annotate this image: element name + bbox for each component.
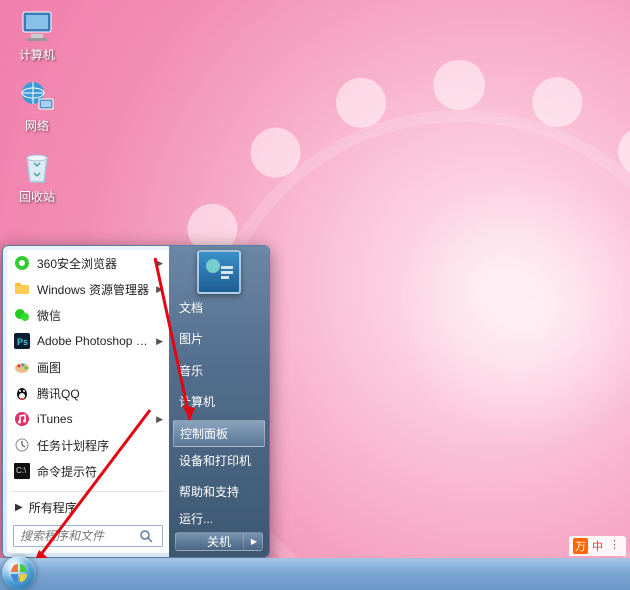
program-label: 命令提示符 [37, 463, 163, 480]
user-picture[interactable] [197, 250, 241, 294]
submenu-caret-icon: ▶ [156, 284, 163, 295]
right-item-pictures[interactable]: 图片 [169, 325, 269, 352]
program-item-misc[interactable]: 顽皮 [7, 484, 169, 489]
caret-right-icon: ▶ [15, 502, 23, 513]
app-icon [13, 488, 31, 489]
computer-icon [17, 6, 57, 46]
recycle-bin-icon [17, 148, 57, 188]
program-label: 顽皮 [37, 489, 163, 490]
program-label: 腾讯QQ [37, 385, 163, 402]
program-label: 360安全浏览器 [37, 255, 150, 272]
program-label: Adobe Photoshop CS6 [37, 334, 150, 348]
start-button[interactable] [2, 556, 36, 590]
right-item-music[interactable]: 音乐 [169, 357, 269, 384]
program-item-paint[interactable]: 画图 [7, 354, 169, 380]
right-item-help[interactable]: 帮助和支持 [169, 478, 269, 505]
start-menu: 360安全浏览器 ▶ Windows 资源管理器 ▶ 微信 Ps Adobe P… [2, 245, 270, 558]
program-label: Windows 资源管理器 [37, 281, 150, 298]
search-icon [139, 529, 153, 546]
ime-char: ⋮ [607, 538, 622, 554]
desktop-icon-label: 回收站 [19, 188, 55, 205]
ime-char: 万 [573, 538, 588, 554]
start-menu-programs-list: 360安全浏览器 ▶ Windows 资源管理器 ▶ 微信 Ps Adobe P… [7, 250, 169, 489]
desktop-icon-recycle-bin[interactable]: 回收站 [6, 148, 68, 205]
submenu-caret-icon: ▶ [156, 336, 163, 347]
paint-icon [13, 358, 31, 376]
ime-char: 中 [590, 538, 605, 554]
taskbar [0, 558, 630, 590]
program-item-photoshop[interactable]: Ps Adobe Photoshop CS6 ▶ [7, 328, 169, 354]
program-label: 任务计划程序 [37, 437, 163, 454]
qq-icon [13, 384, 31, 402]
clock-icon [13, 436, 31, 454]
ime-indicator[interactable]: 万 中 ⋮ [569, 536, 626, 556]
desktop-icon-label: 计算机 [19, 46, 55, 63]
wechat-icon [13, 306, 31, 324]
start-menu-search [13, 525, 163, 547]
program-item-qq[interactable]: 腾讯QQ [7, 380, 169, 406]
photoshop-icon: Ps [13, 332, 31, 350]
program-label: iTunes [37, 412, 150, 426]
desktop-icons-area: 计算机 网络 回收站 [6, 6, 68, 205]
separator [13, 491, 163, 492]
program-label: 微信 [37, 307, 163, 324]
shutdown-label: 关机 [207, 533, 231, 550]
start-menu-right-pane: 文档 图片 音乐 计算机 控制面板 设备和打印机 帮助和支持 运行... 关机 … [169, 246, 269, 557]
desktop-icon-label: 网络 [25, 117, 49, 134]
program-item-wechat[interactable]: 微信 [7, 302, 169, 328]
all-programs-button[interactable]: ▶ 所有程序 [7, 494, 169, 521]
browser-icon [13, 254, 31, 272]
shutdown-button[interactable]: 关机 ▶ [175, 532, 263, 551]
folder-icon [13, 280, 31, 298]
program-item-explorer[interactable]: Windows 资源管理器 ▶ [7, 276, 169, 302]
right-item-control-panel[interactable]: 控制面板 [173, 420, 265, 447]
network-icon [17, 77, 57, 117]
program-item-360-browser[interactable]: 360安全浏览器 ▶ [7, 250, 169, 276]
chevron-right-icon: ▶ [251, 537, 257, 546]
program-item-cmd[interactable]: C:\ 命令提示符 [7, 458, 169, 484]
submenu-caret-icon: ▶ [156, 414, 163, 425]
start-menu-left-pane: 360安全浏览器 ▶ Windows 资源管理器 ▶ 微信 Ps Adobe P… [7, 250, 169, 553]
right-item-computer[interactable]: 计算机 [169, 388, 269, 415]
right-item-devices-printers[interactable]: 设备和打印机 [169, 447, 269, 474]
desktop-icon-network[interactable]: 网络 [6, 77, 68, 134]
right-item-documents[interactable]: 文档 [169, 294, 269, 321]
program-item-itunes[interactable]: iTunes ▶ [7, 406, 169, 432]
submenu-caret-icon: ▶ [156, 258, 163, 269]
itunes-icon [13, 410, 31, 428]
program-label: 画图 [37, 359, 163, 376]
svg-text:C:\: C:\ [16, 466, 27, 475]
all-programs-label: 所有程序 [29, 499, 77, 516]
desktop-icon-computer[interactable]: 计算机 [6, 6, 68, 63]
program-item-task-scheduler[interactable]: 任务计划程序 [7, 432, 169, 458]
right-item-run[interactable]: 运行... [169, 505, 269, 532]
terminal-icon: C:\ [13, 462, 31, 480]
svg-text:Ps: Ps [17, 337, 28, 347]
